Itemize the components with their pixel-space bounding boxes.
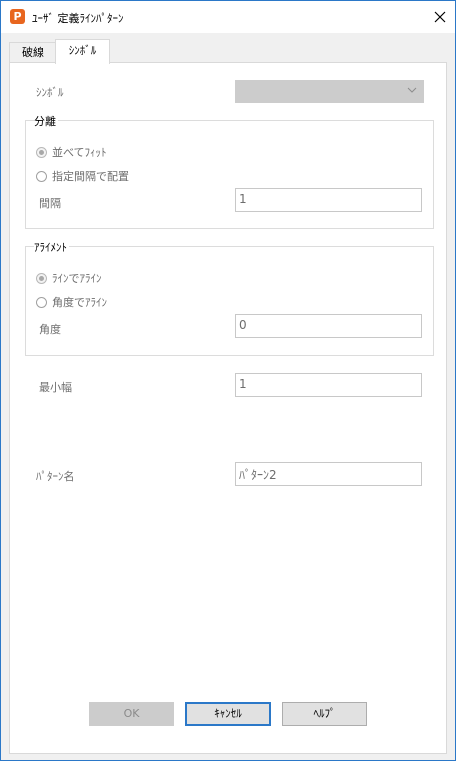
tab-dashed-line[interactable]: 破線	[9, 42, 57, 63]
help-button[interactable]: ﾍﾙﾌﾟ	[282, 702, 367, 726]
radio-align-by-angle[interactable]: 角度でｱﾗｲﾝ	[36, 294, 107, 310]
radio-indicator	[36, 296, 47, 308]
interval-input[interactable]: 1	[235, 188, 422, 212]
interval-label: 間隔	[39, 197, 61, 210]
cancel-button[interactable]: ｷｬﾝｾﾙ	[185, 702, 271, 726]
angle-label: 角度	[39, 323, 61, 336]
alignment-group: ｱﾗｲﾒﾝﾄ ﾗｲﾝでｱﾗｲﾝ 角度でｱﾗｲﾝ 角度 0	[25, 239, 434, 356]
radio-fit-side-by-side-label: 並べてﾌｨｯﾄ	[52, 146, 107, 159]
radio-fit-side-by-side[interactable]: 並べてﾌｨｯﾄ	[36, 144, 107, 160]
radio-align-by-angle-label: 角度でｱﾗｲﾝ	[52, 296, 107, 309]
min-width-input[interactable]: 1	[235, 373, 422, 397]
title-bar: P ﾕｰｻﾞ 定義ﾗｲﾝﾊﾟﾀｰﾝ	[1, 1, 455, 33]
radio-specified-interval[interactable]: 指定間隔で配置	[36, 168, 129, 184]
symbol-select[interactable]	[235, 80, 424, 103]
radio-indicator	[36, 146, 47, 158]
symbol-label: ｼﾝﾎﾞﾙ	[36, 86, 64, 99]
radio-indicator	[36, 272, 47, 284]
angle-input[interactable]: 0	[235, 314, 422, 338]
close-button[interactable]	[425, 1, 455, 33]
chevron-down-icon	[407, 87, 417, 93]
radio-align-by-line[interactable]: ﾗｲﾝでｱﾗｲﾝ	[36, 270, 102, 286]
tab-panel-symbol: ｼﾝﾎﾞﾙ 分離 並べてﾌｨｯﾄ 指定間隔で配置 間隔 1 ｱﾗｲﾒﾝﾄ ﾗｲﾝ…	[9, 62, 447, 754]
radio-align-by-line-label: ﾗｲﾝでｱﾗｲﾝ	[52, 272, 102, 285]
ok-button[interactable]: OK	[89, 702, 174, 726]
radio-specified-interval-label: 指定間隔で配置	[52, 170, 129, 183]
min-width-label: 最小幅	[39, 381, 72, 394]
pattern-name-label: ﾊﾟﾀｰﾝ名	[36, 470, 75, 483]
alignment-group-title: ｱﾗｲﾒﾝﾄ	[34, 239, 69, 255]
pattern-name-input[interactable]: ﾊﾟﾀｰﾝ2	[235, 462, 422, 486]
dialog-window: P ﾕｰｻﾞ 定義ﾗｲﾝﾊﾟﾀｰﾝ 破線 ｼﾝﾎﾞﾙ ｼﾝﾎﾞﾙ 分離 並べてﾌ…	[0, 0, 456, 761]
window-title: ﾕｰｻﾞ 定義ﾗｲﾝﾊﾟﾀｰﾝ	[32, 12, 124, 25]
separation-group: 分離 並べてﾌｨｯﾄ 指定間隔で配置 間隔 1	[25, 113, 434, 229]
app-logo-icon: P	[10, 9, 25, 24]
close-icon	[434, 11, 446, 23]
tab-symbol[interactable]: ｼﾝﾎﾞﾙ	[55, 39, 110, 64]
radio-indicator	[36, 170, 47, 182]
separation-group-title: 分離	[34, 113, 58, 129]
